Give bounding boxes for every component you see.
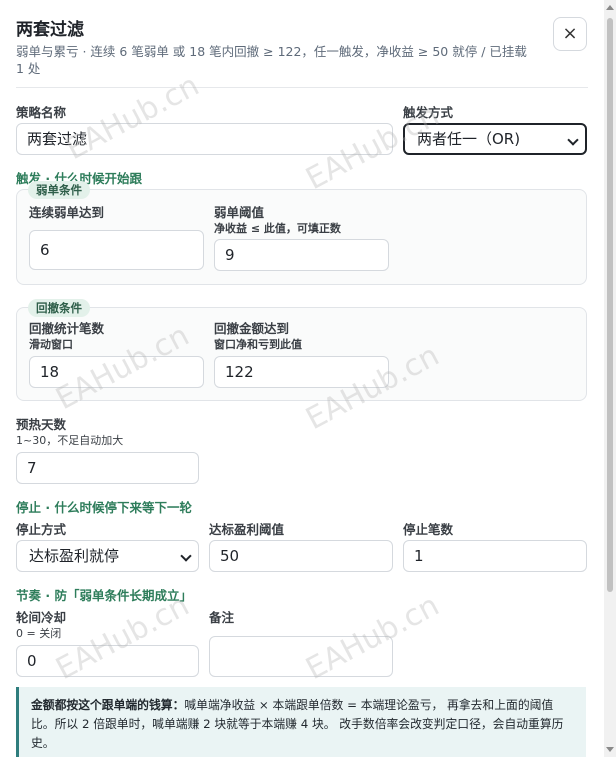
drawdown-amount-label: 回撤金额达到: [214, 321, 290, 336]
stop-count-label: 停止笔数: [403, 522, 454, 537]
close-button[interactable]: ×: [553, 17, 587, 51]
weak-consecutive-input[interactable]: 6: [29, 230, 204, 270]
strategy-name-input[interactable]: 两套过滤: [16, 123, 393, 155]
scroll-thumb[interactable]: [607, 18, 613, 592]
weak-consecutive-label: 连续弱单达到: [29, 205, 105, 220]
dialog-subtitle: 弱单与累亏 · 连续 6 笔弱单 或 18 笔内回撤 ≥ 122，任一触发，净收…: [16, 44, 527, 76]
note-label: 备注: [209, 610, 235, 625]
strategy-name-label: 策略名称: [16, 105, 67, 120]
stop-mode-label: 停止方式: [16, 522, 67, 537]
weak-threshold-input[interactable]: 9: [214, 239, 389, 271]
stop-mode-select[interactable]: 达标盈利就停: [16, 540, 199, 572]
drawdown-condition-chip: 回撤条件: [28, 299, 90, 317]
weak-condition-chip: 弱单条件: [28, 181, 90, 199]
drawdown-count-input[interactable]: 18: [29, 356, 204, 388]
weak-threshold-hint: 净收益 ≤ 此值，可填正数: [214, 222, 341, 235]
scroll-up-icon[interactable]: [606, 5, 614, 10]
drawdown-count-label: 回撤统计笔数: [29, 321, 105, 336]
drawdown-amount-input[interactable]: 122: [214, 356, 389, 388]
weak-threshold-label: 弱单阈值: [214, 205, 265, 220]
scroll-down-icon[interactable]: [606, 747, 614, 752]
cooldown-label: 轮间冷却: [16, 610, 67, 625]
note-input[interactable]: [209, 636, 393, 677]
warmup-days-hint: 1~30，不足自动加大: [16, 434, 124, 447]
header-divider: [16, 87, 588, 88]
stop-count-input[interactable]: 1: [403, 540, 587, 572]
drawdown-count-hint: 滑动窗口: [29, 338, 73, 351]
stop-section-title: 停止 · 什么时候停下来等下一轮: [16, 500, 192, 515]
drawdown-amount-hint: 窗口净和亏到此值: [214, 338, 302, 351]
trigger-mode-select[interactable]: 两者任一（OR): [403, 123, 587, 155]
profit-threshold-label: 达标盈利阈值: [209, 522, 285, 537]
chevron-down-icon: [567, 134, 579, 146]
warmup-days-label: 预热天数: [16, 417, 67, 432]
stop-mode-value: 达标盈利就停: [29, 547, 120, 565]
chevron-down-icon: [180, 550, 192, 562]
cooldown-input[interactable]: 0: [16, 645, 199, 677]
info-callout: 金额都按这个跟单端的钱算：喊单端净收益 × 本端跟单倍数 = 本端理论盈亏， 再…: [16, 687, 586, 757]
dialog-title: 两套过滤: [16, 20, 84, 40]
cooldown-hint: 0 = 关闭: [16, 627, 62, 640]
trigger-mode-label: 触发方式: [403, 105, 454, 120]
rhythm-section-title: 节奏 · 防「弱单条件长期成立」: [16, 588, 192, 603]
profit-threshold-input[interactable]: 50: [209, 540, 393, 572]
warmup-days-input[interactable]: 7: [16, 452, 199, 484]
info-lead: 金额都按这个跟单端的钱算：: [31, 698, 185, 712]
trigger-mode-value: 两者任一（OR): [417, 130, 521, 148]
strategy-dialog: 两套过滤 弱单与累亏 · 连续 6 笔弱单 或 18 笔内回撤 ≥ 122，任一…: [0, 0, 604, 757]
scrollbar[interactable]: [604, 0, 616, 757]
